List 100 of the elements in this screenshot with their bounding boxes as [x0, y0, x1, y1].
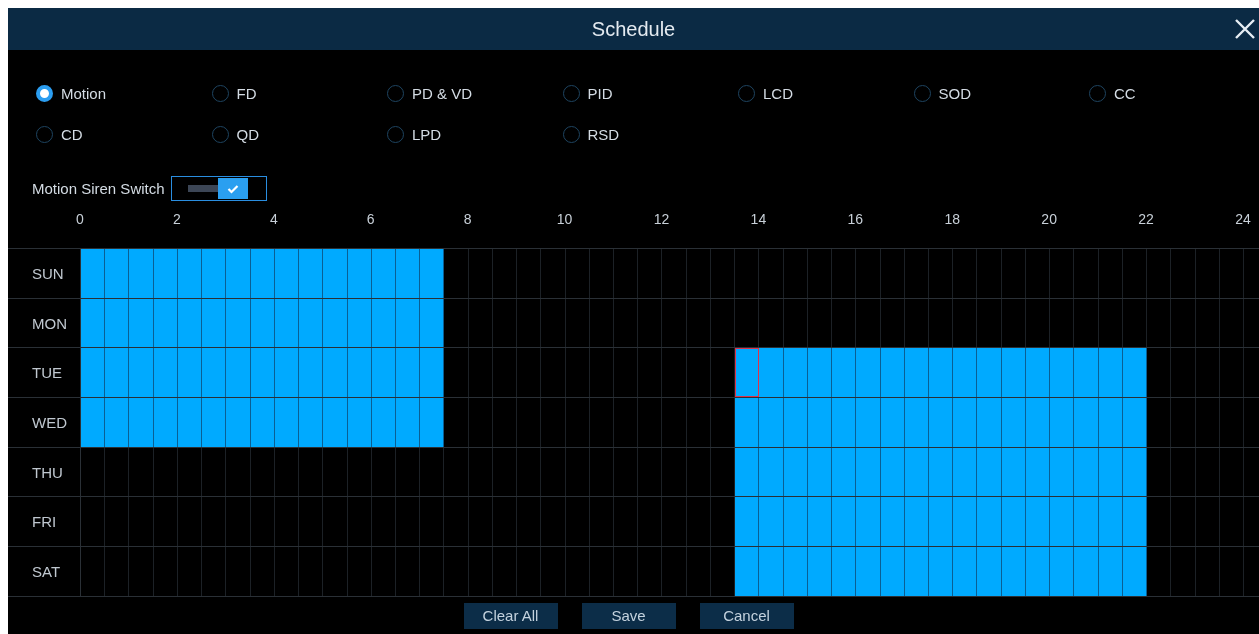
schedule-cell[interactable]	[323, 249, 348, 298]
schedule-cell[interactable]	[1122, 348, 1148, 398]
schedule-cell[interactable]	[977, 398, 1002, 447]
detection-radio[interactable]: Motion	[36, 82, 212, 105]
schedule-cell[interactable]	[904, 497, 929, 547]
action-button[interactable]: Clear All	[463, 602, 558, 629]
schedule-cell[interactable]	[226, 398, 251, 447]
schedule-cell[interactable]	[105, 298, 130, 348]
schedule-cell[interactable]	[226, 249, 251, 298]
schedule-cell[interactable]	[1074, 547, 1099, 596]
schedule-cell[interactable]	[81, 249, 106, 298]
schedule-cell[interactable]	[371, 249, 396, 298]
schedule-cell[interactable]	[1050, 447, 1075, 497]
schedule-cell[interactable]	[323, 348, 348, 398]
schedule-cell[interactable]	[420, 249, 445, 298]
schedule-cell[interactable]	[856, 497, 881, 547]
schedule-cell[interactable]	[832, 497, 857, 547]
schedule-cell[interactable]	[299, 348, 324, 398]
schedule-cell[interactable]	[177, 398, 203, 447]
schedule-cell[interactable]	[1050, 497, 1075, 547]
detection-radio[interactable]: CC	[1089, 82, 1259, 105]
schedule-cell[interactable]	[783, 547, 808, 596]
schedule-cell[interactable]	[347, 398, 372, 447]
schedule-cell[interactable]	[299, 298, 324, 348]
schedule-cell[interactable]	[929, 348, 954, 398]
schedule-cell[interactable]	[832, 398, 857, 447]
schedule-cell[interactable]	[105, 249, 130, 298]
schedule-cell[interactable]	[1122, 398, 1148, 447]
schedule-cell[interactable]	[347, 348, 372, 398]
schedule-cell[interactable]	[1122, 547, 1148, 596]
schedule-cell[interactable]	[1025, 348, 1051, 398]
schedule-cell[interactable]	[953, 447, 978, 497]
schedule-cell[interactable]	[977, 447, 1002, 497]
schedule-cell[interactable]	[177, 348, 203, 398]
schedule-cell[interactable]	[420, 298, 445, 348]
detection-radio[interactable]: LPD	[387, 123, 563, 146]
schedule-cell[interactable]	[783, 497, 808, 547]
schedule-cell[interactable]	[832, 348, 857, 398]
schedule-cell[interactable]	[347, 249, 372, 298]
schedule-cell[interactable]	[202, 348, 227, 398]
detection-radio[interactable]: QD	[211, 123, 387, 146]
schedule-cell[interactable]	[977, 497, 1002, 547]
schedule-cell[interactable]	[929, 398, 954, 447]
schedule-cell[interactable]	[1050, 398, 1075, 447]
schedule-cell[interactable]	[202, 398, 227, 447]
schedule-cell[interactable]	[977, 348, 1002, 398]
schedule-cell[interactable]	[759, 547, 784, 596]
schedule-cell[interactable]	[395, 348, 421, 398]
schedule-cell[interactable]	[735, 398, 760, 447]
detection-radio[interactable]: PID	[562, 82, 738, 105]
detection-radio[interactable]: PD & VD	[387, 82, 563, 105]
schedule-cell[interactable]	[856, 447, 881, 497]
detection-radio[interactable]: SOD	[913, 82, 1089, 105]
schedule-cell[interactable]	[1098, 547, 1123, 596]
schedule-cell[interactable]	[1098, 348, 1123, 398]
schedule-cell[interactable]	[274, 348, 300, 398]
schedule-cell[interactable]	[274, 249, 300, 298]
schedule-cell[interactable]	[105, 398, 130, 447]
schedule-cell[interactable]	[226, 298, 251, 348]
schedule-cell[interactable]	[880, 398, 905, 447]
schedule-cell[interactable]	[953, 547, 978, 596]
schedule-cell[interactable]	[250, 348, 275, 398]
schedule-cell[interactable]	[1025, 398, 1051, 447]
schedule-cell[interactable]	[759, 348, 784, 398]
schedule-cell[interactable]	[856, 398, 881, 447]
schedule-cell[interactable]	[977, 547, 1002, 596]
schedule-cell[interactable]	[129, 298, 154, 348]
schedule-cell[interactable]	[1001, 348, 1026, 398]
schedule-cell[interactable]	[153, 398, 178, 447]
schedule-cell[interactable]	[832, 447, 857, 497]
close-button[interactable]	[1233, 17, 1257, 41]
schedule-cell[interactable]	[783, 398, 808, 447]
schedule-cell[interactable]	[929, 497, 954, 547]
schedule-cell[interactable]	[832, 547, 857, 596]
schedule-cell[interactable]	[81, 298, 106, 348]
schedule-cell[interactable]	[929, 447, 954, 497]
schedule-cell[interactable]	[153, 249, 178, 298]
schedule-cell[interactable]	[807, 497, 833, 547]
schedule-cell[interactable]	[1074, 447, 1099, 497]
schedule-cell[interactable]	[1074, 497, 1099, 547]
schedule-cell[interactable]	[299, 398, 324, 447]
schedule-cell[interactable]	[1050, 547, 1075, 596]
schedule-cell[interactable]	[250, 249, 275, 298]
detection-radio[interactable]: LCD	[738, 82, 914, 105]
schedule-cell[interactable]	[904, 398, 929, 447]
schedule-cell[interactable]	[323, 398, 348, 447]
schedule-cell[interactable]	[1025, 497, 1051, 547]
schedule-cell[interactable]	[807, 398, 833, 447]
schedule-cell[interactable]	[129, 348, 154, 398]
schedule-cell[interactable]	[904, 348, 929, 398]
schedule-cell[interactable]	[250, 398, 275, 447]
schedule-cell[interactable]	[323, 298, 348, 348]
schedule-cell[interactable]	[202, 298, 227, 348]
schedule-cell[interactable]	[856, 547, 881, 596]
schedule-cell[interactable]	[129, 249, 154, 298]
detection-radio[interactable]: RSD	[562, 123, 738, 146]
schedule-cell[interactable]	[371, 348, 396, 398]
schedule-cell[interactable]	[1098, 497, 1123, 547]
schedule-cell[interactable]	[420, 348, 445, 398]
schedule-cell[interactable]	[929, 547, 954, 596]
